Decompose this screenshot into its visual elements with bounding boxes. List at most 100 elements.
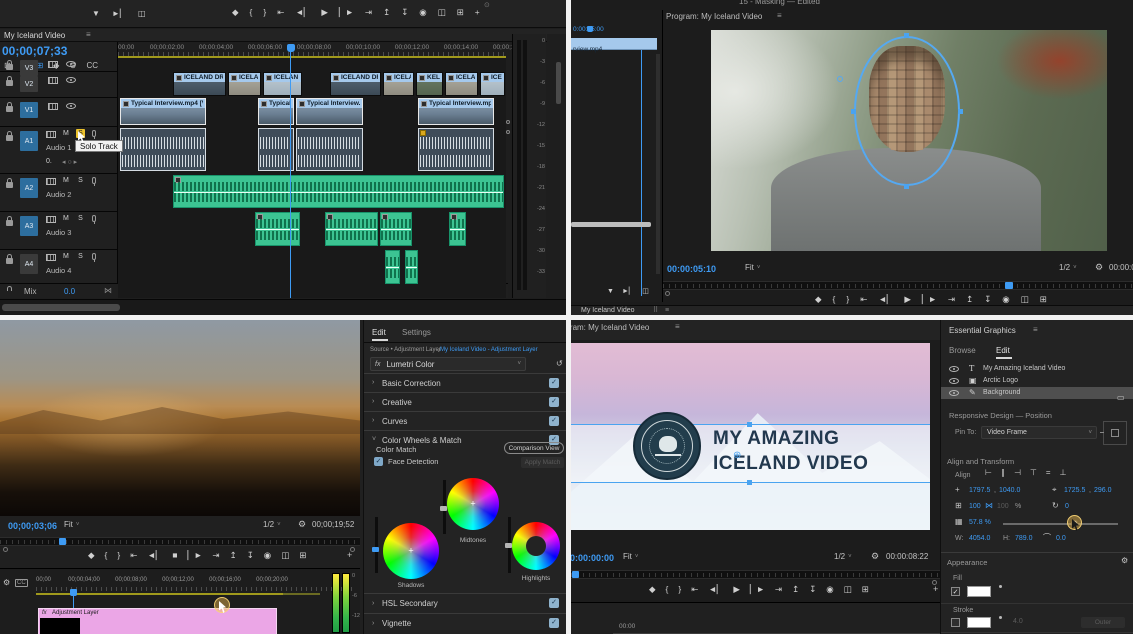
program-timecode[interactable]: 00:00:00:00 bbox=[571, 553, 614, 563]
audio-clip-a1[interactable] bbox=[258, 128, 294, 171]
section-enable-checkbox[interactable]: ✓ bbox=[549, 378, 559, 388]
solo-button[interactable]: S bbox=[76, 252, 85, 261]
source-patch-icon[interactable] bbox=[46, 254, 56, 261]
captions-icon[interactable]: CC bbox=[15, 579, 28, 587]
tab-edit[interactable]: Edit bbox=[996, 346, 1010, 355]
lock-icon[interactable] bbox=[6, 178, 13, 188]
align-top-icon[interactable]: ⊤ bbox=[1030, 469, 1037, 477]
lock-icon[interactable] bbox=[6, 131, 13, 141]
source-patch-icon[interactable] bbox=[46, 216, 56, 223]
video-clip-v2[interactable]: ICELA bbox=[228, 72, 261, 96]
arctic-logo-badge[interactable] bbox=[633, 412, 701, 480]
selection-handle[interactable] bbox=[747, 480, 752, 485]
mask-handle[interactable] bbox=[904, 184, 909, 189]
mark-in-icon[interactable]: { bbox=[250, 8, 253, 17]
comparison-view-icon[interactable]: ◫ bbox=[1021, 295, 1029, 304]
video-clip-v1[interactable]: Typical Interview. bbox=[296, 98, 363, 125]
audio-clip-a1[interactable] bbox=[418, 128, 494, 171]
multi-camera-icon[interactable]: ⊞ bbox=[862, 585, 869, 594]
video-clip-v2[interactable]: ICELAN bbox=[263, 72, 302, 96]
lock-icon[interactable] bbox=[6, 102, 13, 112]
panel-menu-icon[interactable]: ≡ bbox=[665, 307, 669, 314]
mute-button[interactable]: M bbox=[63, 215, 69, 222]
midtones-slider-handle[interactable] bbox=[440, 506, 447, 511]
ec-vertical-scrollbar[interactable] bbox=[656, 54, 660, 274]
extract-icon[interactable]: ↧ bbox=[984, 295, 991, 304]
ec-playhead-marker[interactable] bbox=[587, 26, 593, 32]
scroll-knob[interactable] bbox=[506, 130, 510, 134]
lumetri-section-creative[interactable]: › Creative ✓ bbox=[364, 392, 566, 411]
go-to-out-icon[interactable]: ⇥ bbox=[212, 551, 219, 560]
step-forward-icon[interactable]: ▏► bbox=[750, 585, 765, 594]
video-clip-v2[interactable]: ICELA bbox=[383, 72, 414, 96]
go-to-in-icon[interactable]: ⇤ bbox=[860, 295, 867, 304]
track-target-v2[interactable]: V2 bbox=[20, 76, 38, 92]
add-marker-icon[interactable]: ◆ bbox=[232, 8, 239, 17]
opacity-value[interactable]: 57.8 % bbox=[969, 519, 991, 526]
video-clip-v1[interactable]: Typical I bbox=[258, 98, 294, 125]
mask-feather-handle[interactable] bbox=[837, 76, 843, 82]
ec-clip-bar[interactable]: rview.mp4 bbox=[571, 38, 657, 53]
stroke-color-swatch[interactable] bbox=[967, 617, 991, 628]
align-center-vertical-icon[interactable]: = bbox=[1046, 469, 1051, 477]
toggle-track-output-eye-icon[interactable] bbox=[66, 61, 76, 67]
height-value[interactable]: 789.0 bbox=[1015, 535, 1033, 542]
step-forward-icon[interactable]: ▏► bbox=[187, 551, 202, 560]
program-video-frame[interactable] bbox=[711, 30, 1107, 251]
fill-checkbox[interactable]: ✓ bbox=[951, 587, 960, 596]
section-enable-checkbox[interactable]: ✓ bbox=[549, 618, 559, 628]
shadows-luma-slider[interactable] bbox=[375, 517, 378, 573]
visibility-eye-icon[interactable] bbox=[949, 366, 959, 372]
audio-clip-a2[interactable] bbox=[173, 175, 504, 208]
visibility-eye-icon[interactable] bbox=[949, 390, 959, 396]
comparison-view-icon[interactable]: ◫ bbox=[438, 8, 446, 17]
corner-radius-value[interactable]: 0.0 bbox=[1056, 535, 1066, 542]
rotation-value[interactable]: 0 bbox=[1065, 503, 1069, 510]
export-media-icon[interactable]: ◫ bbox=[138, 10, 146, 18]
mask-handle[interactable] bbox=[958, 109, 963, 114]
panel-menu-icon[interactable]: ≡ bbox=[777, 12, 782, 20]
fit-dropdown[interactable]: Fit ˅ bbox=[64, 521, 79, 529]
video-clip-v2[interactable]: ICELA bbox=[445, 72, 478, 96]
anchor-y-value[interactable]: 296.0 bbox=[1094, 487, 1112, 494]
lumetri-section-vignette[interactable]: › Vignette ✓ bbox=[364, 613, 566, 633]
multi-camera-icon[interactable]: ⊞ bbox=[457, 8, 464, 17]
go-to-in-icon[interactable]: ⇤ bbox=[130, 551, 137, 560]
fit-dropdown[interactable]: Fit ˅ bbox=[623, 553, 638, 561]
source-clip-label[interactable]: Source • Adjustment Layer bbox=[370, 347, 441, 353]
step-back-icon[interactable]: ◄▏ bbox=[147, 551, 162, 560]
apply-match-button[interactable]: Apply Match bbox=[521, 457, 564, 468]
scrubber-playhead[interactable] bbox=[1005, 282, 1013, 289]
extract-icon[interactable]: ↧ bbox=[401, 8, 408, 17]
shadows-slider-handle[interactable] bbox=[372, 547, 379, 552]
mute-button[interactable]: M bbox=[63, 177, 69, 184]
play-icon[interactable]: ▶ bbox=[733, 585, 740, 594]
panel-menu-icon[interactable]: ≡ bbox=[86, 31, 91, 39]
opacity-slider-track[interactable] bbox=[1003, 523, 1118, 525]
mask-ellipse[interactable] bbox=[854, 36, 960, 186]
mask-handle[interactable] bbox=[904, 33, 909, 38]
export-frame-icon[interactable]: ◉ bbox=[419, 8, 426, 17]
stroke-checkbox[interactable] bbox=[951, 618, 960, 627]
button-editor-icon[interactable]: + bbox=[347, 551, 352, 560]
lift-icon[interactable]: ↥ bbox=[966, 295, 973, 304]
settings-wrench-icon[interactable]: ⚙ bbox=[871, 552, 879, 561]
midtones-color-wheel[interactable] bbox=[447, 478, 499, 530]
video-clip-v2[interactable]: KEL bbox=[416, 72, 443, 96]
go-to-out-icon[interactable]: ⇥ bbox=[775, 585, 782, 594]
resolution-dropdown[interactable]: 1/2 ˅ bbox=[263, 521, 281, 529]
visibility-eye-icon[interactable] bbox=[949, 378, 959, 384]
scale-value[interactable]: 100 bbox=[969, 503, 981, 510]
highlights-slider-handle[interactable] bbox=[505, 543, 512, 548]
tab-my-iceland-video[interactable]: My Iceland Video bbox=[581, 307, 635, 314]
align-left-icon[interactable]: ⊢ bbox=[985, 469, 992, 477]
effect-selector-dropdown[interactable]: fx Lumetri Color ˅ bbox=[370, 357, 526, 371]
scrubber-playhead[interactable] bbox=[572, 571, 579, 578]
lock-icon[interactable] bbox=[6, 76, 13, 86]
lock-icon[interactable] bbox=[6, 60, 13, 70]
position-x-value[interactable]: 1797.5 bbox=[969, 487, 990, 494]
preview-timecode[interactable]: 00;00;03;06 bbox=[8, 521, 57, 531]
layer-row-background[interactable]: ✎ Background bbox=[941, 387, 1133, 399]
target-sequence-label[interactable]: My Iceland Video - Adjustment Layer bbox=[440, 347, 538, 353]
fit-dropdown[interactable]: Fit ˅ bbox=[745, 264, 760, 272]
